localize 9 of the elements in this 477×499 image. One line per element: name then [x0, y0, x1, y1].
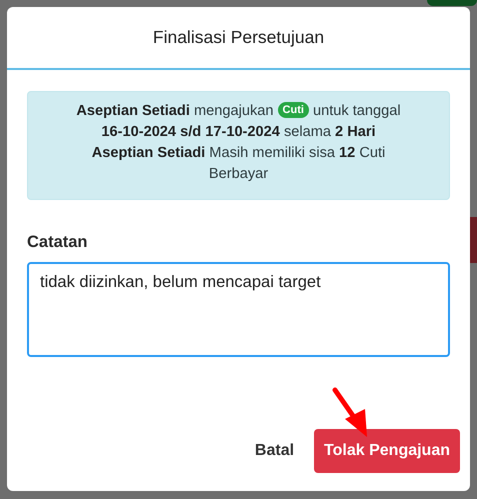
notes-label: Catatan [27, 233, 89, 252]
notes-field[interactable]: tidak diizinkan, belum mencapai target [27, 262, 450, 357]
leave-badge: Cuti [278, 102, 309, 118]
request-text: untuk tanggal [313, 103, 401, 119]
reject-button[interactable]: Tolak Pengajuan [314, 429, 460, 473]
request-text: Aseptian Setiadi mengajukan [76, 103, 274, 119]
remaining-text: Aseptian Setiadi Masih memiliki sisa 12 Cuti Berbayar [90, 144, 386, 184]
period-text: 16-10-2024 s/d 17-10-2024 selama 2 Hari [100, 123, 377, 142]
dialog-title: Finalisasi Persetujuan [152, 27, 324, 48]
